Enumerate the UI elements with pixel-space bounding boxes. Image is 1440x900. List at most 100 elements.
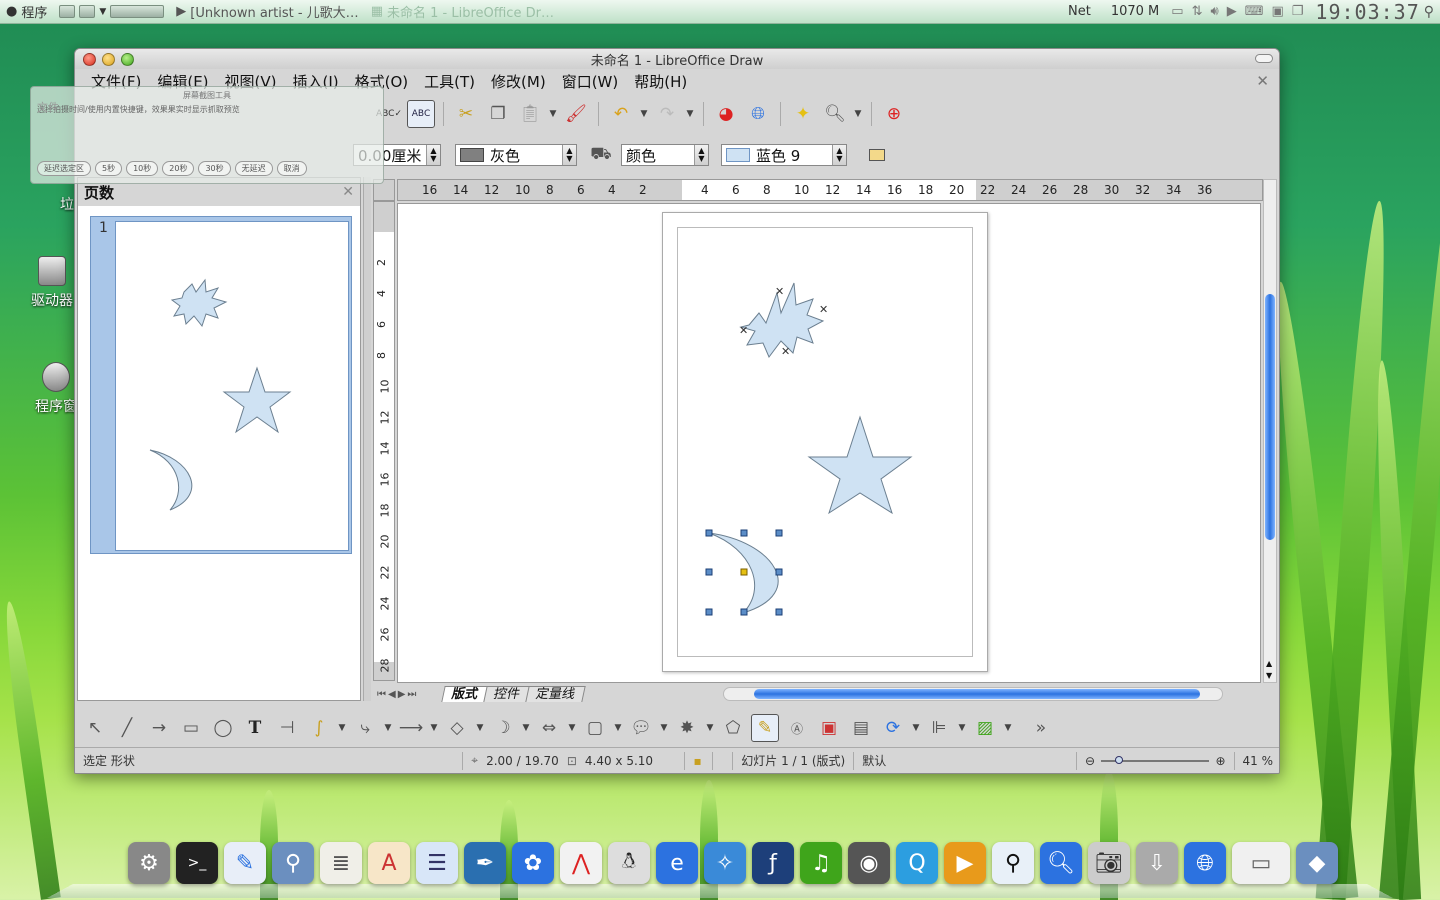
connector-tool-icon[interactable]: ⤷ xyxy=(351,714,379,742)
chevron-down-icon[interactable]: ▼ xyxy=(1003,723,1013,733)
status-zoom[interactable]: 41 % xyxy=(1233,751,1280,770)
close-pane-icon[interactable]: ✕ xyxy=(342,184,354,200)
signature-area[interactable] xyxy=(713,751,734,770)
delay-option[interactable]: 10秒 xyxy=(126,161,159,176)
disc-icon[interactable]: ◉ xyxy=(848,842,890,884)
points-icon[interactable]: ⬠ xyxy=(719,714,747,742)
graph-icon[interactable]: ▭ xyxy=(1171,4,1183,19)
maximize-window-button[interactable] xyxy=(121,53,134,66)
align-icon[interactable]: ⊫ xyxy=(925,714,953,742)
delay-option[interactable]: 20秒 xyxy=(162,161,195,176)
line-color-dropdown[interactable]: ▲ ▼ xyxy=(562,145,576,165)
select-arrow-icon[interactable]: ↖ xyxy=(81,714,109,742)
document-icon[interactable]: ≣ xyxy=(320,842,362,884)
adjust-handle[interactable] xyxy=(740,568,748,576)
media-play-icon[interactable]: ▶ xyxy=(1227,4,1237,19)
net-monitor[interactable]: Net xyxy=(1062,4,1105,19)
last-tab-icon[interactable]: ⏭ xyxy=(407,689,416,700)
chevron-down-icon[interactable]: ▼ xyxy=(521,723,531,733)
block-arrows-icon[interactable]: ⇔ xyxy=(535,714,563,742)
zoom-in-icon[interactable]: ⊕ xyxy=(1215,754,1225,768)
slide-thumbnail-selected[interactable]: 1 xyxy=(90,216,352,554)
redo-icon[interactable]: ↷ xyxy=(653,100,681,128)
undo-icon[interactable]: ↶ xyxy=(607,100,635,128)
vertical-scrollbar[interactable]: ▲ ▼ xyxy=(1263,179,1277,683)
stars-icon[interactable]: ✸ xyxy=(673,714,701,742)
pdf-reader-icon[interactable]: ⋀ xyxy=(560,842,602,884)
chart-icon[interactable]: ◕ xyxy=(712,100,740,128)
zoom-slider[interactable] xyxy=(1101,755,1210,764)
help-icon[interactable]: ⊕ xyxy=(880,100,908,128)
callouts-icon[interactable]: 💬︎ xyxy=(627,714,655,742)
memory-monitor[interactable]: 1070 M xyxy=(1105,4,1165,19)
camera-icon[interactable]: 📷︎ xyxy=(1088,842,1130,884)
line-color-select[interactable]: 灰色 ▲ ▼ xyxy=(455,144,577,166)
apps-menu[interactable]: ● 程序 xyxy=(0,2,53,21)
selection-handle[interactable] xyxy=(740,529,748,537)
close-window-button[interactable] xyxy=(83,53,96,66)
extrusion-icon[interactable]: ▤ xyxy=(847,714,875,742)
slide-thumbnail[interactable] xyxy=(115,221,349,551)
more-tools-icon[interactable]: » xyxy=(1027,714,1055,742)
chevron-down-icon[interactable]: ▼ xyxy=(639,109,649,119)
drawing-canvas[interactable]: ✕ ✕ ✕ ✕ xyxy=(397,203,1261,683)
menu-help[interactable]: 帮助(H) xyxy=(626,71,695,92)
glue-point-marker[interactable]: ✕ xyxy=(775,285,784,298)
rectangle-tool-icon[interactable]: ▭ xyxy=(177,714,205,742)
star-shape[interactable] xyxy=(807,415,913,515)
tab-dimension-lines[interactable]: 定量线 xyxy=(525,686,586,702)
scroll-up-icon[interactable]: ▲ xyxy=(1266,659,1272,668)
cut-icon[interactable]: ✂ xyxy=(452,100,480,128)
flower-icon[interactable]: ✿ xyxy=(512,842,554,884)
delay-option[interactable]: 5秒 xyxy=(95,161,123,176)
quicktime-icon[interactable]: Q xyxy=(896,842,938,884)
chevron-down-icon[interactable]: ▼ xyxy=(659,723,669,733)
compass-browser-icon[interactable]: ✧ xyxy=(704,842,746,884)
settings-gear-icon[interactable]: ⚙ xyxy=(128,842,170,884)
workspace-1[interactable] xyxy=(110,5,165,18)
basic-shapes-icon[interactable]: ◇ xyxy=(443,714,471,742)
chevron-down-icon[interactable]: ▼ xyxy=(853,109,863,119)
next-tab-icon[interactable]: ▶ xyxy=(398,689,406,700)
toolbar-toggle-button[interactable] xyxy=(1255,54,1273,63)
delay-option[interactable]: 延迟选定区 xyxy=(37,161,91,176)
workspace-switcher[interactable]: ▼ xyxy=(53,5,170,18)
scripts-icon[interactable]: ☰ xyxy=(416,842,458,884)
ellipse-tool-icon[interactable]: ◯ xyxy=(209,714,237,742)
internet-explorer-icon[interactable]: e xyxy=(656,842,698,884)
document-modified-icon[interactable]: ▪ xyxy=(685,751,714,770)
rotate-icon[interactable]: ⟳ xyxy=(879,714,907,742)
network-globe-icon[interactable]: 🌐︎ xyxy=(1184,842,1226,884)
first-tab-icon[interactable]: ⏮ xyxy=(377,689,386,700)
selection-handle[interactable] xyxy=(775,529,783,537)
prev-tab-icon[interactable]: ◀ xyxy=(388,689,396,700)
drawing-page[interactable]: ✕ ✕ ✕ ✕ xyxy=(662,212,988,672)
flowchart-icon[interactable]: ▢ xyxy=(581,714,609,742)
flash-icon[interactable]: ƒ xyxy=(752,842,794,884)
chevron-down-icon[interactable]: ▼ xyxy=(548,109,558,119)
delay-option[interactable]: 无延迟 xyxy=(234,161,273,176)
notes-icon[interactable]: ▭ xyxy=(1232,842,1290,884)
zoom-icon[interactable]: 🔍︎ xyxy=(821,100,849,128)
task-music-player[interactable]: ▶ [Unknown artist - 儿歌大… xyxy=(170,2,364,21)
task-libreoffice-draw[interactable]: ▦ 未命名 1 - LibreOffice Dr… xyxy=(365,2,560,21)
chevron-down-icon[interactable]: ▼ xyxy=(567,723,577,733)
network-icon[interactable]: ⇅ xyxy=(1192,4,1203,19)
clock[interactable]: 19:03:37 ⚲ xyxy=(1309,0,1440,24)
arrange-icon[interactable]: ▨ xyxy=(971,714,999,742)
area-style-dropdown[interactable]: ▲ ▼ xyxy=(694,145,708,165)
delay-option[interactable]: 30秒 xyxy=(198,161,231,176)
chevron-down-icon[interactable]: ▼ xyxy=(911,723,921,733)
chevron-down-icon[interactable]: ▼ xyxy=(475,723,485,733)
penguin-icon[interactable]: 🐧︎ xyxy=(608,842,650,884)
text-editor-icon[interactable]: ✎ xyxy=(224,842,266,884)
area-fill-icon[interactable]: ⛟ xyxy=(587,141,615,169)
tab-layout[interactable]: 版式 xyxy=(441,686,489,702)
delay-option[interactable]: 取消 xyxy=(276,161,307,176)
hyperlink-icon[interactable]: 🌐︎ xyxy=(744,100,772,128)
terminal-icon[interactable]: >_ xyxy=(176,842,218,884)
symbol-shapes-icon[interactable]: ☽ xyxy=(489,714,517,742)
vertical-text-tool-icon[interactable]: ⊣ xyxy=(273,714,301,742)
line-tool-icon[interactable]: ╱ xyxy=(113,714,141,742)
horizontal-ruler[interactable]: 16 14 12 10 8 6 4 2 4 6 8 10 12 14 16 18 20 22 24 26 28 30 32 3… xyxy=(397,179,1263,201)
